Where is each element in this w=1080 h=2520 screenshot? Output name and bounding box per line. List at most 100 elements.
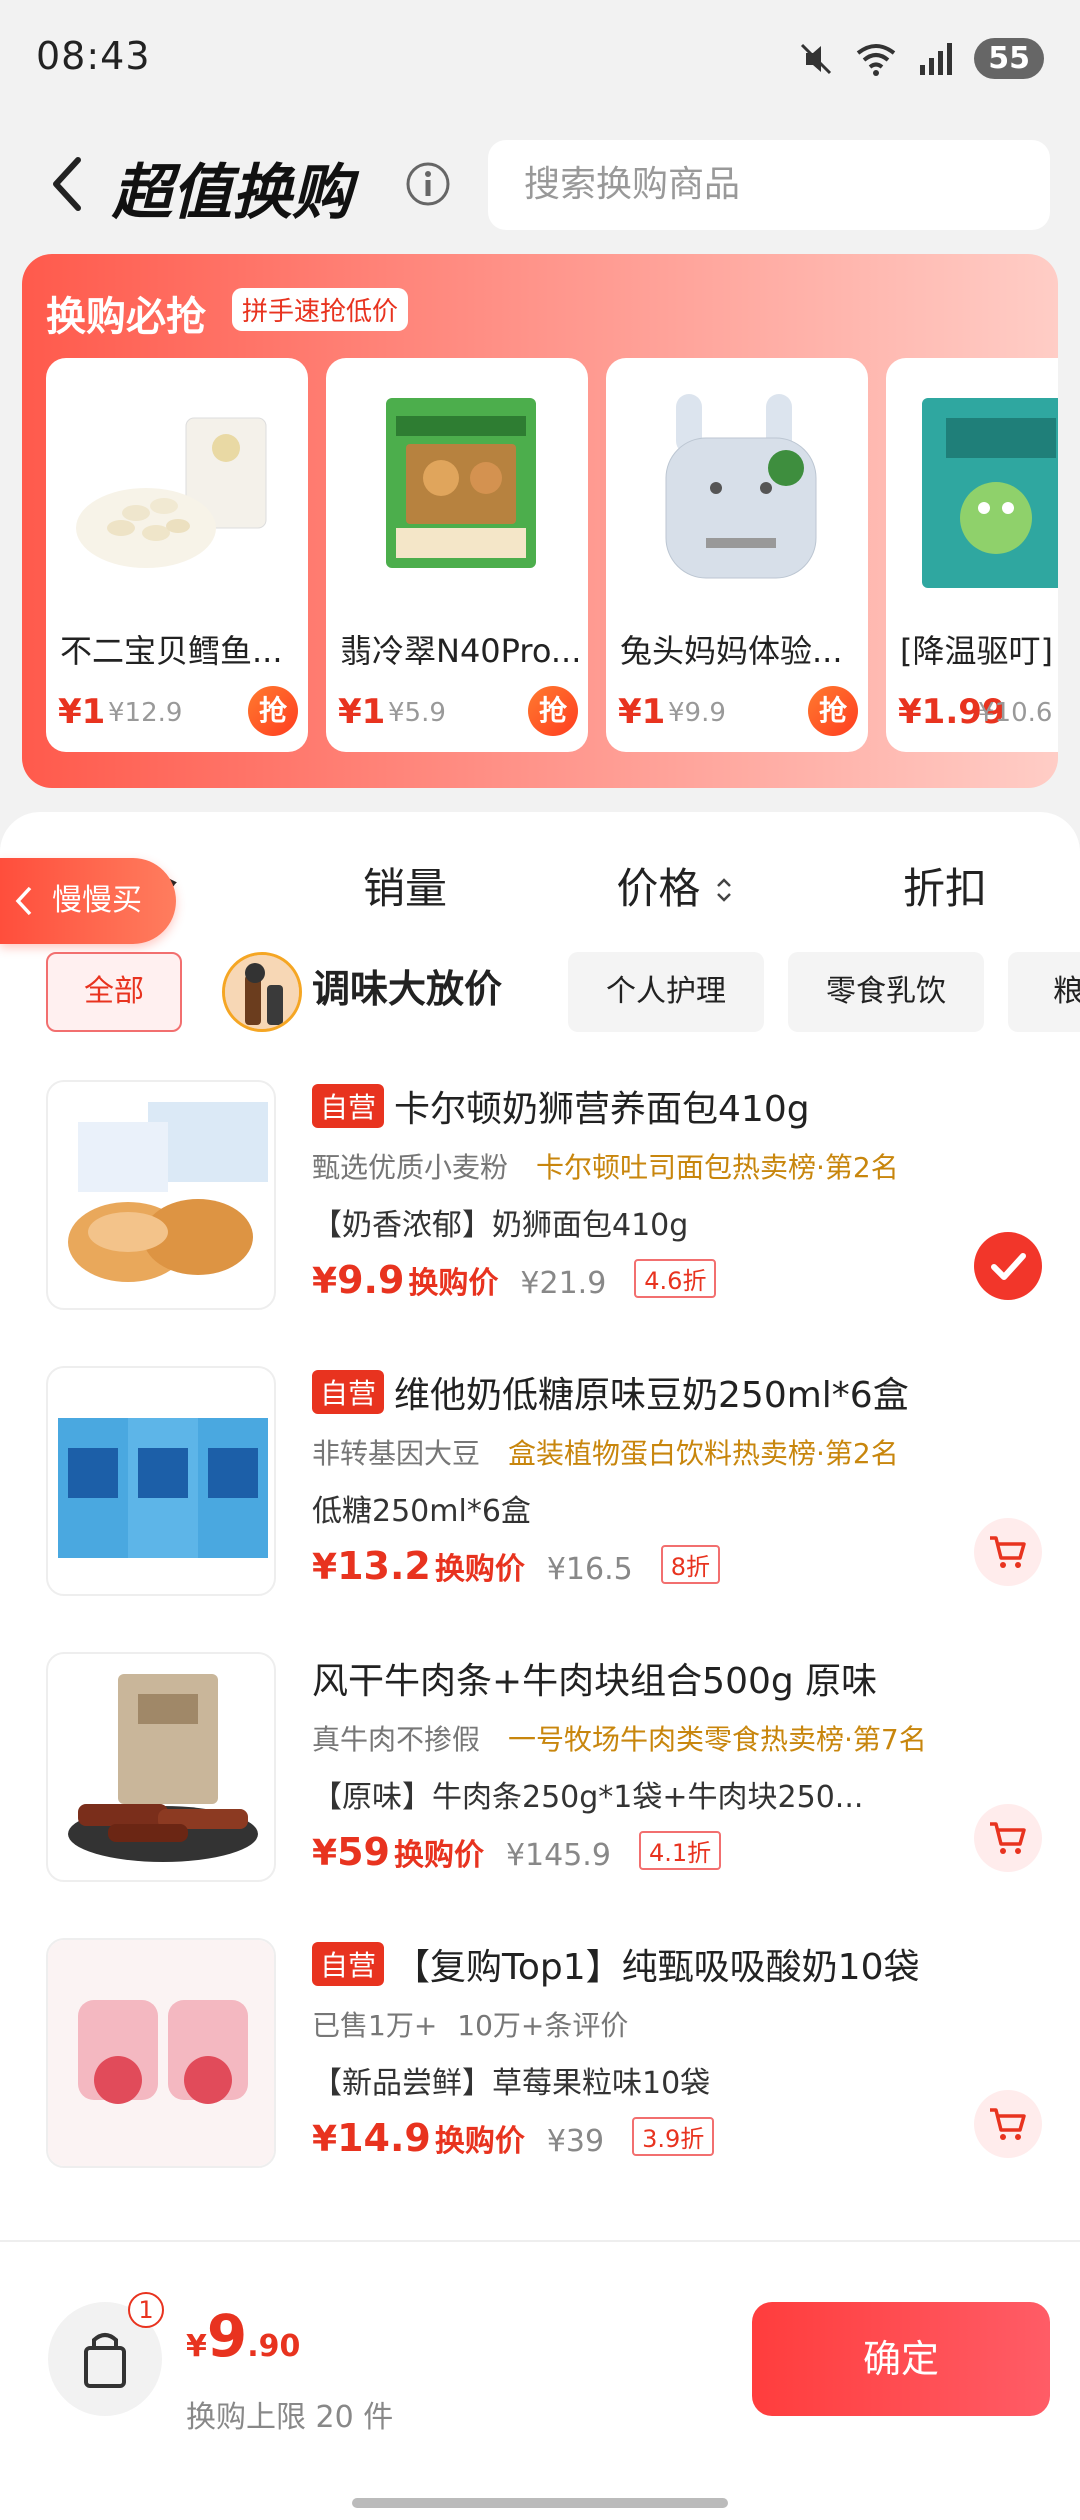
search-input[interactable]: 搜索换购商品 [488, 140, 1050, 230]
back-arrow-icon[interactable] [44, 152, 94, 216]
promo-item-original: ¥12.9 [108, 698, 183, 728]
product-subtitle: 甄选优质小麦粉 卡尔顿吐司面包热卖榜·第2名 [312, 1146, 899, 1186]
promo-card[interactable]: 翡冷翠N40Pro... ¥1 ¥5.9 抢 [326, 358, 588, 752]
chip-snacks[interactable]: 零食乳饮 [788, 952, 984, 1032]
tab-discount[interactable]: 折扣 [810, 844, 1080, 934]
self-operated-badge: 自营 [312, 1084, 385, 1128]
original-price: ¥39 [546, 2124, 605, 2159]
promo-item-price: ¥1 [338, 692, 386, 732]
product-image [46, 1652, 276, 1882]
product-feature: 已售1万+ [312, 2009, 438, 2042]
product-subtitle: 已售1万+ 10万+条评价 [312, 2004, 628, 2044]
status-bar: 08:43 55 [0, 0, 1080, 120]
check-icon [991, 1253, 1026, 1280]
promo-panel: 换购必抢 拼手速抢低价 不二宝贝鳕鱼... ¥1 ¥12.9 抢 翡冷翠N40P… [22, 254, 1058, 788]
original-price: ¥16.5 [546, 1552, 633, 1587]
promo-item-name: 兔头妈妈体验... [620, 632, 843, 670]
page-title: 超值换购 [112, 158, 352, 228]
promo-title: 换购必抢 [46, 294, 206, 340]
product-subtitle: 非转基因大豆 盒装植物蛋白饮料热卖榜·第2名 [312, 1432, 899, 1472]
grab-button[interactable]: 抢 [248, 686, 298, 736]
total-price: ¥9.90 [186, 2302, 300, 2370]
total-symbol: ¥ [186, 2329, 207, 2364]
self-operated-badge: 自营 [312, 1942, 385, 1986]
promo-item-name: 不二宝贝鳕鱼... [60, 632, 283, 670]
promo-item-original: ¥9.9 [668, 698, 726, 728]
product-feature: 甄选优质小麦粉 [312, 1151, 509, 1184]
add-to-cart-button[interactable] [974, 1518, 1042, 1586]
product-price: ¥9.9 换购价 ¥21.9 4.6折 [312, 1258, 717, 1302]
cart-icon [990, 1536, 1026, 1568]
add-to-cart-button[interactable] [974, 2090, 1042, 2158]
price-symbol: ¥ [312, 2119, 338, 2160]
product-image [46, 1366, 276, 1596]
price-value: 14.9 [337, 2116, 431, 2160]
original-price: ¥21.9 [520, 1266, 607, 1301]
battery-indicator: 55 [974, 38, 1044, 79]
promo-card[interactable]: 兔头妈妈体验... ¥1 ¥9.9 抢 [606, 358, 868, 752]
product-rank[interactable]: 一号牧场牛肉类零食热卖榜·第7名 [508, 1723, 927, 1756]
selected-check-button[interactable] [974, 1232, 1042, 1300]
price-symbol: ¥ [312, 1833, 338, 1874]
product-feature: 非转基因大豆 [312, 1437, 481, 1470]
promo-card[interactable]: [降温驱叮] ¥1.99 ¥10.6 [886, 358, 1058, 752]
purchase-limit: 换购上限 20 件 [186, 2400, 394, 2435]
info-icon[interactable] [404, 160, 452, 208]
product-image [386, 398, 536, 568]
cart-icon [990, 1822, 1026, 1854]
clock: 08:43 [36, 34, 151, 78]
product-title: 【复购Top1】纯甄吸吸酸奶10袋 [394, 1947, 920, 1988]
product-row[interactable]: 自营 卡尔顿奶狮营养面包410g 甄选优质小麦粉 卡尔顿吐司面包热卖榜·第2名 【奶… [0, 1080, 1080, 1350]
discount-badge: 4.6折 [634, 1259, 717, 1298]
tab-price[interactable]: 价格 [540, 844, 810, 934]
product-feature: 真牛肉不掺假 [312, 1723, 481, 1756]
product-row[interactable]: 自营 【复购Top1】纯甄吸吸酸奶10袋 已售1万+ 10万+条评价 【新品尝鲜】草… [0, 1938, 1080, 2208]
promo-item-price: ¥1 [58, 692, 106, 732]
price-symbol: ¥ [312, 1261, 338, 1302]
product-spec: 低糖250ml*6盒 [312, 1494, 531, 1529]
discount-badge: 4.1折 [638, 1831, 722, 1870]
product-spec: 【奶香浓郁】奶狮面包410g [312, 1208, 689, 1243]
chip-grain[interactable]: 粮 [1008, 952, 1080, 1032]
product-title: 风干牛肉条+牛肉块组合500g 原味 [312, 1661, 878, 1702]
chip-all[interactable]: 全部 [46, 952, 182, 1032]
product-spec: 【新品尝鲜】草莓果粒味10袋 [312, 2066, 711, 2101]
bag-count-badge: 1 [128, 2292, 164, 2328]
product-row[interactable]: 自营 维他奶低糖原味豆奶250ml*6盒 非转基因大豆 盒装植物蛋白饮料热卖榜·第2… [0, 1366, 1080, 1636]
sort-toggle-icon [716, 878, 731, 902]
grab-button[interactable]: 抢 [528, 686, 578, 736]
promo-item-name: [降温驱叮] [900, 632, 1053, 670]
promo-item-original: ¥5.9 [388, 698, 446, 728]
add-to-cart-button[interactable] [974, 1804, 1042, 1872]
slow-buy-button[interactable]: 慢慢买 [0, 858, 176, 944]
confirm-button[interactable]: 确定 [752, 2302, 1050, 2416]
product-image [46, 1080, 276, 1310]
signal-icon [920, 42, 953, 75]
chip-personal-care[interactable]: 个人护理 [568, 952, 764, 1032]
wifi-icon [857, 43, 896, 76]
price-value: 9.9 [337, 1258, 405, 1302]
product-name: 自营 【复购Top1】纯甄吸吸酸奶10袋 [312, 1938, 1032, 1990]
product-rank[interactable]: 盒装植物蛋白饮料热卖榜·第2名 [508, 1437, 899, 1470]
tab-sales[interactable]: 销量 [270, 844, 540, 934]
product-image [665, 394, 817, 579]
home-indicator[interactable] [352, 2498, 728, 2508]
total-dec: .90 [247, 2329, 301, 2364]
chip-featured[interactable]: 调味大放价 [312, 958, 502, 1013]
product-name: 自营 维他奶低糖原味豆奶250ml*6盒 [312, 1366, 1032, 1418]
total-int: 9 [206, 2302, 248, 2370]
mute-icon [801, 43, 832, 74]
price-value: 59 [337, 1830, 390, 1874]
product-subtitle: 真牛肉不掺假 一号牧场牛肉类零食热卖榜·第7名 [312, 1718, 927, 1758]
discount-badge: 3.9折 [632, 2117, 715, 2156]
price-label: 换购价 [434, 1552, 525, 1587]
promo-item-name: 翡冷翠N40Pro... [340, 632, 580, 670]
product-image [76, 417, 267, 568]
product-rank[interactable]: 卡尔顿吐司面包热卖榜·第2名 [536, 1151, 899, 1184]
product-row[interactable]: 风干牛肉条+牛肉块组合500g 原味 真牛肉不掺假 一号牧场牛肉类零食热卖榜·第7… [0, 1652, 1080, 1922]
promo-tag: 拼手速抢低价 [232, 288, 409, 331]
promo-card[interactable]: 不二宝贝鳕鱼... ¥1 ¥12.9 抢 [46, 358, 308, 752]
original-price: ¥145.9 [505, 1838, 611, 1873]
product-price: ¥59 换购价 ¥145.9 4.1折 [312, 1830, 722, 1874]
grab-button[interactable]: 抢 [808, 686, 858, 736]
